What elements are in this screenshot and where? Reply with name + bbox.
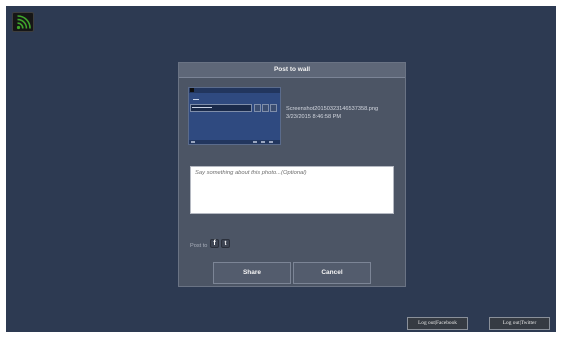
dialog-title: Post to wall	[179, 63, 405, 78]
wifi-signal-icon[interactable]	[12, 12, 34, 32]
logout-twitter-button[interactable]: Log out|Twitter	[489, 317, 550, 330]
logout-facebook-button[interactable]: Log out|Facebook	[407, 317, 468, 330]
twitter-icon[interactable]: t	[221, 239, 230, 248]
facebook-icon[interactable]: f	[210, 239, 219, 248]
post-to-label: Post to	[190, 243, 208, 249]
cancel-button[interactable]: Cancel	[293, 262, 371, 284]
screenshot-date: 3/23/2015 8:46:58 PM	[286, 114, 342, 120]
app-screen: Post to wall Screenshot20150323146537358…	[6, 6, 556, 332]
post-to-wall-dialog: Post to wall Screenshot20150323146537358…	[178, 62, 406, 287]
screenshot-thumbnail	[188, 87, 281, 145]
share-button[interactable]: Share	[213, 262, 291, 284]
screenshot-file-name: Screenshot20150323146537358.png	[286, 106, 379, 112]
message-input[interactable]	[190, 166, 394, 214]
